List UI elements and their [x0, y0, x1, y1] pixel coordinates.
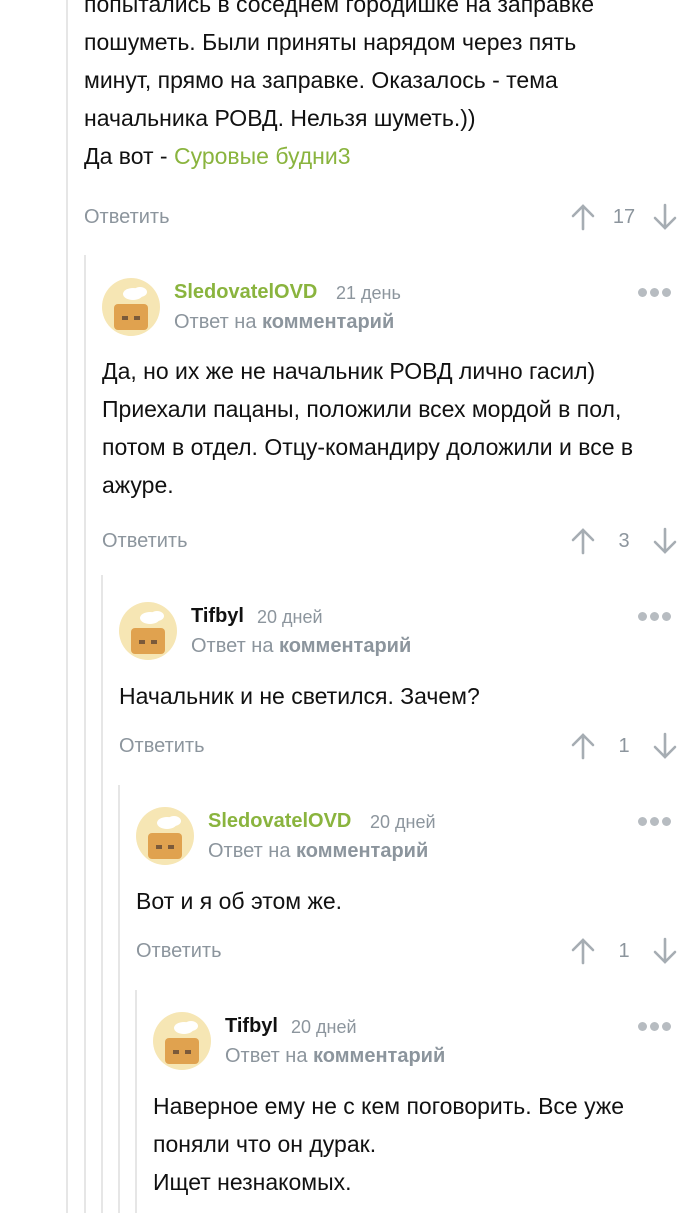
reply-to-prefix: Ответ на	[191, 635, 280, 657]
author-name[interactable]: SledovatelOVD	[174, 278, 317, 306]
link-prefix: Да вот -	[84, 143, 174, 169]
comment-line: Начальник и не светился. Зачем?	[119, 683, 480, 709]
reply-to: Ответ на комментарий	[208, 837, 428, 865]
reply-to-link[interactable]: комментарий	[279, 635, 411, 657]
more-dots-icon[interactable]	[638, 284, 678, 298]
reply-to-link[interactable]: комментарий	[296, 840, 428, 862]
vote-score: 1	[618, 735, 630, 757]
post-link[interactable]: Суровые будни3	[174, 143, 351, 169]
comment-actions: Ответить 3	[102, 526, 700, 556]
default-avatar-icon[interactable]	[153, 1012, 211, 1070]
comment-text: попытались в соседнем городишке на запра…	[84, 0, 674, 175]
arrow-up-icon[interactable]	[568, 936, 598, 966]
reply-to-link[interactable]: комментарий	[313, 1045, 445, 1067]
more-dots-icon[interactable]	[638, 608, 678, 622]
reply-to: Ответ на комментарий	[174, 308, 394, 336]
thread-line	[118, 785, 120, 1213]
reply-to-prefix: Ответ на	[208, 840, 297, 862]
default-avatar-icon[interactable]	[102, 278, 160, 336]
comment-line: Ищет незнакомых.	[153, 1169, 352, 1195]
arrow-up-icon[interactable]	[568, 202, 598, 232]
comment-line: поняли что он дурак.	[153, 1131, 377, 1157]
comment-line: Вот и я об этом же.	[136, 888, 343, 914]
comment-header: Tifbyl 20 дней Ответ на комментарий	[119, 602, 700, 662]
default-avatar-icon[interactable]	[119, 602, 177, 660]
comment-actions: Ответить 1	[136, 936, 700, 966]
comment-date: 20 дней	[291, 1017, 357, 1037]
comment-date: 20 дней	[370, 812, 436, 832]
comment-line: пошуметь. Были приняты нарядом через пят…	[84, 29, 577, 55]
arrow-down-icon[interactable]	[650, 936, 680, 966]
reply-button[interactable]: Ответить	[102, 526, 188, 556]
reply-button[interactable]: Ответить	[84, 202, 170, 232]
comment-text: Да, но их же не начальник РОВД лично гас…	[102, 352, 682, 504]
reply-to-prefix: Ответ на	[174, 311, 263, 333]
comment-actions: Ответить 17	[84, 202, 700, 232]
comment-line: попытались в соседнем городишке на запра…	[84, 0, 595, 17]
reply-button[interactable]: Ответить	[136, 936, 222, 966]
reply-to: Ответ на комментарий	[225, 1042, 445, 1070]
more-dots-icon[interactable]	[638, 813, 678, 827]
comment-text: Начальник и не светился. Зачем?	[119, 677, 679, 715]
comment-date: 21 день	[336, 283, 401, 303]
thread-line	[84, 255, 86, 1213]
comment-text: Вот и я об этом же.	[136, 882, 676, 920]
comment-line: Наверное ему не с кем поговорить. Все уж…	[153, 1093, 625, 1119]
comment-text: Наверное ему не с кем поговорить. Все уж…	[153, 1087, 683, 1201]
thread-line	[135, 990, 137, 1213]
comment-line: минут, прямо на заправке. Оказалось - те…	[84, 67, 558, 93]
author-name[interactable]: Tifbyl	[225, 1012, 278, 1040]
thread-line	[66, 0, 68, 1213]
comment-line: Да вот - Суровые будни3	[84, 137, 674, 175]
arrow-down-icon[interactable]	[650, 731, 680, 761]
comment-line: начальника РОВД. Нельзя шуметь.))	[84, 105, 476, 131]
comment-date: 20 дней	[257, 607, 323, 627]
comment-header: Tifbyl 20 дней Ответ на комментарий	[153, 1012, 700, 1072]
reply-to-prefix: Ответ на	[225, 1045, 314, 1067]
arrow-down-icon[interactable]	[650, 202, 680, 232]
comment-line: потом в отдел. Отцу-командиру доложили и…	[102, 434, 634, 460]
comment-line: Приехали пацаны, положили всех мордой в …	[102, 396, 622, 422]
arrow-up-icon[interactable]	[568, 526, 598, 556]
comment-line: ажуре.	[102, 472, 174, 498]
reply-to: Ответ на комментарий	[191, 632, 411, 660]
vote-score: 17	[612, 206, 636, 228]
comment-line: Да, но их же не начальник РОВД лично гас…	[102, 358, 596, 384]
arrow-down-icon[interactable]	[650, 526, 680, 556]
comment-actions: Ответить 1	[119, 731, 700, 761]
author-name[interactable]: SledovatelOVD	[208, 807, 351, 835]
default-avatar-icon[interactable]	[136, 807, 194, 865]
vote-score: 1	[618, 940, 630, 962]
thread-line	[101, 575, 103, 1213]
arrow-up-icon[interactable]	[568, 731, 598, 761]
reply-to-link[interactable]: комментарий	[262, 311, 394, 333]
comment-header: SledovatelOVD 21 день Ответ на комментар…	[102, 278, 700, 338]
more-dots-icon[interactable]	[638, 1018, 678, 1032]
vote-score: 3	[618, 530, 630, 552]
author-name[interactable]: Tifbyl	[191, 602, 244, 630]
reply-button[interactable]: Ответить	[119, 731, 205, 761]
comment-header: SledovatelOVD 20 дней Ответ на комментар…	[136, 807, 700, 867]
